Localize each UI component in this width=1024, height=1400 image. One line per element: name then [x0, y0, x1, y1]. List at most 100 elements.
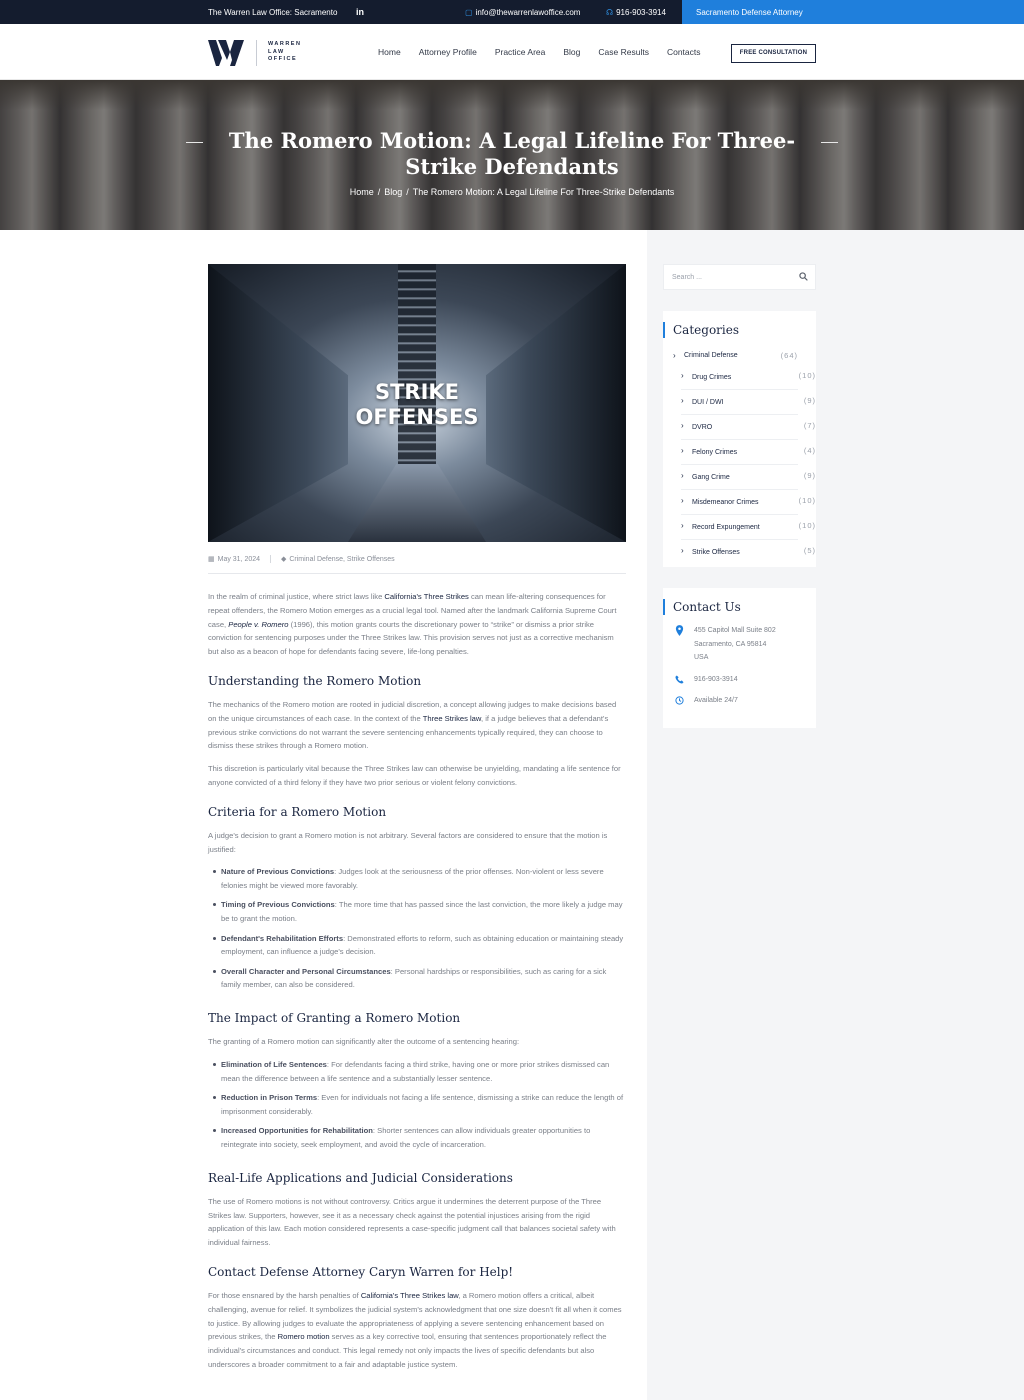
logo-icon[interactable] [208, 40, 244, 66]
three-strikes-law-link[interactable]: Three Strikes law [423, 714, 481, 723]
category-name: Strike Offenses [692, 549, 740, 556]
category-record-expungement[interactable]: › Record Expungement (10) [681, 515, 815, 540]
list-item: Defendant's Rehabilitation Efforts: Demo… [208, 932, 626, 960]
contact-hours-text: Available 24/7 [694, 697, 738, 704]
romero-motion-link[interactable]: Romero motion [278, 1332, 330, 1341]
email-text: info@thewarrenlawoffice.com [475, 8, 581, 17]
category-dvro[interactable]: › DVRO (7) [681, 415, 815, 440]
linkedin-icon[interactable]: in [356, 7, 364, 17]
people-v-romero-link[interactable]: People v. Romero [228, 620, 288, 629]
location-pin-icon [675, 625, 684, 636]
caption-line: OFFENSES [355, 405, 479, 429]
category-drug-crimes[interactable]: › Drug Crimes (10) [681, 365, 815, 390]
office-location: The Warren Law Office: Sacramento [208, 8, 338, 17]
stairway [398, 264, 436, 464]
search-input[interactable]: Search ... [672, 274, 702, 281]
impact-list: Elimination of Life Sentences: For defen… [208, 1058, 626, 1152]
category-misdemeanor-crimes[interactable]: › Misdemeanor Crimes (10) [681, 490, 815, 515]
section-heading: Understanding the Romero Motion [208, 673, 422, 688]
category-count: (7) [803, 421, 816, 430]
contact-phone[interactable]: 916-903-3914 [663, 673, 816, 687]
list-item: Nature of Previous Convictions: Judges l… [208, 865, 626, 893]
three-strikes-law-link[interactable]: California's Three Strikes law [361, 1291, 459, 1300]
corridor-floor [348, 464, 486, 542]
breadcrumb: Home / Blog / The Romero Motion: A Legal Lif… [0, 187, 1024, 197]
item-term: Reduction in Prison Terms [221, 1093, 318, 1103]
list-item: Timing of Previous Convictions: The more… [208, 898, 626, 926]
headset-icon: ☊ [606, 8, 614, 17]
post-meta: ▦ May 31, 2024 ◆ Criminal Defense, Strike … [208, 555, 626, 575]
tag-icon: ◆ [280, 556, 287, 563]
nav-home[interactable]: Home [378, 47, 401, 57]
three-strikes-link[interactable]: California's Three Strikes [384, 592, 468, 601]
nav-case-results[interactable]: Case Results [598, 47, 649, 57]
category-name: Gang Crime [692, 474, 730, 481]
list-item: Reduction in Prison Terms: Even for indi… [208, 1091, 626, 1119]
breadcrumb-home[interactable]: Home [350, 187, 374, 197]
category-felony-crimes[interactable]: › Felony Crimes (4) [681, 440, 815, 465]
category-gang-crime[interactable]: › Gang Crime (9) [681, 465, 815, 490]
chevron-right-icon: › [681, 546, 684, 555]
categories-widget: Categories › Criminal Defense (64) › Drug C… [663, 311, 816, 567]
logo-line: OFFICE [268, 56, 298, 62]
category-name: Drug Crimes [692, 374, 732, 381]
section-heading: Contact Defense Attorney Caryn Warren fo… [208, 1265, 514, 1279]
address-line: 455 Capitol Mall Suite 802 [694, 627, 776, 634]
category-count: (9) [803, 471, 816, 480]
item-term: Elimination of Life Sentences [221, 1060, 327, 1070]
chevron-right-icon: › [681, 396, 684, 405]
paragraph: For those ensnared by the harsh penaltie… [208, 1289, 626, 1372]
category-name: DVRO [692, 424, 713, 431]
section-heading: Criteria for a Romero Motion [208, 804, 387, 819]
nav-practice-area[interactable]: Practice Area [495, 47, 546, 57]
page-hero: The Romero Motion: A Legal Lifeline For … [0, 80, 1024, 230]
site-header: WARREN LAW OFFICE Home Attorney Profile … [0, 24, 1024, 80]
item-term: Overall Character and Personal Circumsta… [221, 966, 391, 976]
paragraph: The granting of a Romero motion can sign… [208, 1037, 520, 1047]
chevron-right-icon: › [681, 421, 684, 430]
item-term: Timing of Previous Convictions [221, 900, 335, 910]
chevron-right-icon: › [673, 351, 676, 360]
category-criminal-defense[interactable]: › Criminal Defense (64) [673, 347, 816, 365]
item-term: Nature of Previous Convictions [221, 867, 335, 877]
section-heading: Real-Life Applications and Judicial Cons… [208, 1170, 513, 1185]
phone-icon [675, 674, 684, 684]
nav-contacts[interactable]: Contacts [667, 47, 701, 57]
defense-attorney-banner[interactable]: Sacramento Defense Attorney [682, 0, 1024, 24]
email-link[interactable]: ▢ info@thewarrenlawoffice.com [465, 8, 580, 17]
intro-paragraph: In the realm of criminal justice, where … [208, 590, 626, 659]
logo-text[interactable]: WARREN LAW OFFICE [268, 41, 301, 64]
address-line: USA [694, 654, 709, 661]
paragraph: This discretion is particularly vital be… [208, 764, 621, 787]
contact-title: Contact Us [663, 599, 816, 615]
address-line: Sacramento, CA 95814 [694, 640, 767, 648]
free-consultation-button[interactable]: FREE CONSULTATION [731, 44, 816, 63]
chevron-right-icon: › [681, 496, 684, 505]
chevron-right-icon: › [681, 471, 684, 480]
list-item: Elimination of Life Sentences: For defen… [208, 1058, 626, 1086]
phone-text: 916-903-3914 [616, 8, 666, 17]
search-box[interactable]: Search ... [663, 264, 816, 290]
breadcrumb-current: The Romero Motion: A Legal Lifeline For … [412, 187, 675, 197]
breadcrumb-blog[interactable]: Blog [384, 187, 402, 197]
category-name: Criminal Defense [684, 352, 738, 359]
search-icon[interactable] [799, 272, 808, 281]
category-dui-dwi[interactable]: › DUI / DWI (9) [681, 390, 815, 415]
contact-phone-text: 916-903-3914 [694, 675, 738, 683]
contact-widget: Contact Us 455 Capitol Mall Suite 802 Sa… [663, 588, 816, 728]
nav-blog[interactable]: Blog [563, 47, 580, 57]
phone-link[interactable]: ☊ 916-903-3914 [606, 8, 666, 17]
post-date: May 31, 2024 [217, 556, 261, 563]
article-body: In the realm of criminal justice, where … [208, 590, 626, 1381]
breadcrumb-separator: / [406, 187, 409, 197]
nav-attorney-profile[interactable]: Attorney Profile [419, 47, 477, 57]
list-item: Increased Opportunities for Rehabilitati… [208, 1124, 626, 1152]
category-count: (9) [803, 396, 816, 405]
hero-rule-right [821, 142, 838, 143]
paragraph: The mechanics of the Romero motion are r… [208, 698, 626, 753]
post-categories[interactable]: Criminal Defense, Strike Offenses [289, 556, 394, 563]
text: For those ensnared by the harsh penaltie… [208, 1291, 361, 1300]
chevron-right-icon: › [681, 521, 684, 530]
chevron-right-icon: › [681, 371, 684, 380]
category-strike-offenses[interactable]: › Strike Offenses (5) [681, 540, 815, 565]
